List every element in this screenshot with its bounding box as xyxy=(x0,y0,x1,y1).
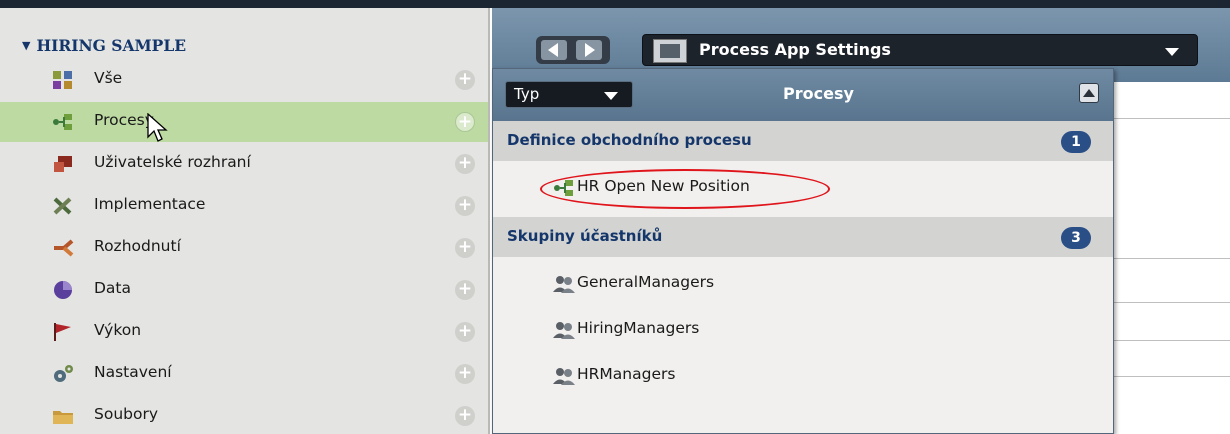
app-window: ▼ HIRING SAMPLE Vše + Procesy + Uživatel… xyxy=(0,0,1230,434)
collapse-button[interactable] xyxy=(1079,83,1099,103)
add-icon[interactable]: + xyxy=(455,154,475,174)
list-item-hr-open-new-position[interactable]: HR Open New Position xyxy=(493,167,1113,209)
sidebar-item-label: Implementace xyxy=(94,195,206,213)
gears-icon xyxy=(54,365,73,382)
process-icon xyxy=(554,180,573,196)
sidebar-item-settings[interactable]: Nastavení + xyxy=(0,354,488,394)
type-dropdown[interactable]: Typ xyxy=(505,81,633,108)
chevron-up-icon xyxy=(1083,89,1095,97)
list-item-hr-managers[interactable]: HRManagers xyxy=(493,355,1113,397)
add-icon[interactable]: + xyxy=(455,196,475,216)
add-icon[interactable]: + xyxy=(455,280,475,300)
sidebar-item-user-interface[interactable]: Uživatelské rozhraní + xyxy=(0,144,488,184)
group-header-participant-groups[interactable]: Skupiny účastníků 3 xyxy=(493,217,1113,257)
add-icon[interactable]: + xyxy=(455,364,475,384)
sidebar-item-files[interactable]: Soubory + xyxy=(0,396,488,434)
process-app-name: HIRING SAMPLE xyxy=(36,35,187,55)
mouse-cursor-icon xyxy=(147,113,168,142)
sidebar-item-label: Uživatelské rozhraní xyxy=(94,153,251,171)
sidebar-item-implementation[interactable]: Implementace + xyxy=(0,186,488,226)
forward-button[interactable] xyxy=(576,40,602,60)
grid-icon xyxy=(53,71,72,89)
history-nav xyxy=(536,36,610,64)
sidebar-item-performance[interactable]: Výkon + xyxy=(0,312,488,352)
process-app-header[interactable]: ▼ HIRING SAMPLE xyxy=(22,34,186,56)
folder-icon xyxy=(53,411,73,424)
add-icon[interactable]: + xyxy=(455,238,475,258)
editor-title-dropdown[interactable]: Process App Settings xyxy=(642,34,1198,66)
sidebar-item-label: Nastavení xyxy=(94,363,172,381)
sidebar-item-all[interactable]: Vše + xyxy=(0,60,488,100)
sidebar-item-label: Výkon xyxy=(94,321,142,339)
expand-triangle-icon[interactable]: ▼ xyxy=(22,39,30,52)
popup-header: Typ Procesy xyxy=(493,69,1113,121)
editor-title: Process App Settings xyxy=(699,40,891,59)
list-item-label: HRManagers xyxy=(577,365,676,383)
sidebar-item-processes[interactable]: Procesy + xyxy=(0,102,488,142)
sidebar-item-label: Rozhodnutí xyxy=(94,237,181,255)
group-label: Skupiny účastníků xyxy=(507,227,663,245)
sidebar-item-label: Data xyxy=(94,279,132,297)
flag-icon xyxy=(54,323,71,341)
arrow-right-icon xyxy=(585,43,595,57)
data-icon xyxy=(54,281,72,299)
editor-form-lines xyxy=(1104,118,1230,428)
add-icon[interactable]: + xyxy=(455,70,475,90)
sidebar-item-label: Soubory xyxy=(94,405,159,423)
tools-icon xyxy=(53,197,72,215)
add-icon[interactable]: + xyxy=(455,406,475,426)
list-item-label: HiringManagers xyxy=(577,319,700,337)
list-item-general-managers[interactable]: GeneralManagers xyxy=(493,263,1113,305)
sidebar-item-data[interactable]: Data + xyxy=(0,270,488,310)
add-icon[interactable]: + xyxy=(455,322,475,342)
user-interface-icon xyxy=(54,156,72,172)
arrow-left-icon xyxy=(548,43,558,57)
chevron-down-icon xyxy=(604,92,618,100)
list-item-hiring-managers[interactable]: HiringManagers xyxy=(493,309,1113,351)
group-header-business-process[interactable]: Definice obchodního procesu 1 xyxy=(493,121,1113,161)
back-button[interactable] xyxy=(541,40,567,60)
popup-title: Procesy xyxy=(783,84,854,103)
process-icon xyxy=(53,114,72,130)
process-list-popup: Typ Procesy Definice obchodního procesu … xyxy=(492,68,1114,434)
list-item-label: HR Open New Position xyxy=(577,177,750,195)
group-label: Definice obchodního procesu xyxy=(507,131,752,149)
participants-icon xyxy=(553,368,575,385)
app-settings-icon xyxy=(653,39,687,63)
list-item-label: GeneralManagers xyxy=(577,273,715,291)
sidebar-item-label: Procesy xyxy=(94,111,154,129)
count-badge: 3 xyxy=(1061,227,1091,249)
sidebar-item-decisions[interactable]: Rozhodnutí + xyxy=(0,228,488,268)
library-sidebar: ▼ HIRING SAMPLE Vše + Procesy + Uživatel… xyxy=(0,8,490,434)
decision-icon xyxy=(54,239,74,257)
add-icon[interactable]: + xyxy=(455,112,475,132)
type-dropdown-label: Typ xyxy=(514,85,540,103)
participants-icon xyxy=(553,276,575,293)
top-border xyxy=(0,0,1230,8)
participants-icon xyxy=(553,322,575,339)
sidebar-item-label: Vše xyxy=(94,69,123,87)
count-badge: 1 xyxy=(1061,131,1091,153)
chevron-down-icon xyxy=(1165,48,1179,56)
